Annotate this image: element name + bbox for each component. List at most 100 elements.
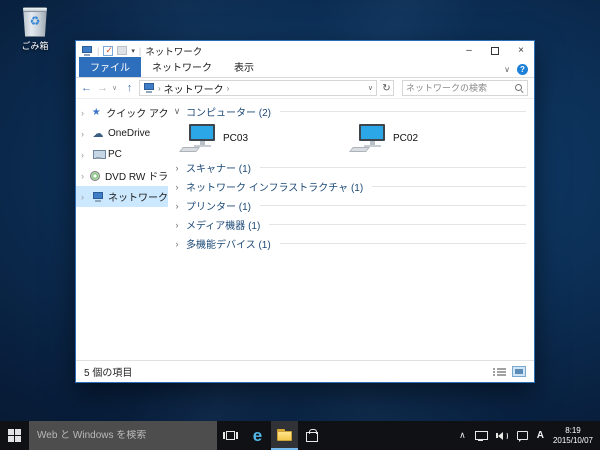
group-label: プリンター (1) [186, 202, 251, 213]
recycle-symbol-icon: ♻ [29, 14, 41, 28]
tab-表示[interactable]: 表示 [223, 57, 265, 77]
breadcrumb-network[interactable]: ネットワーク [164, 81, 224, 96]
status-bar: 5 個の項目 [76, 360, 534, 382]
recycle-bin-rim [23, 8, 47, 12]
explorer-main: › ★ クイック アクセス › ☁ OneDrive › PC › DVD RW ドライブ (D:… [76, 99, 534, 360]
file-explorer-button[interactable] [271, 421, 298, 450]
sidebar-item-star[interactable]: › ★ クイック アクセス [76, 102, 168, 123]
navigation-pane: › ★ クイック アクセス › ☁ OneDrive › PC › DVD RW ドライブ (D:… [76, 99, 168, 360]
computer-name: PC03 [223, 132, 249, 144]
view-toggles [493, 366, 526, 377]
qat-separator: | [138, 45, 142, 56]
address-dropdown-caret[interactable]: ∨ [368, 84, 373, 92]
back-button[interactable]: ← [80, 82, 93, 94]
quick-access-toolbar: | ▾ | [81, 45, 142, 56]
group-header[interactable]: › スキャナー (1) [173, 158, 526, 177]
navigation-bar: ← → ∨ ↑ › ネットワーク › ∨ ↻ [76, 78, 534, 99]
minimize-button[interactable]: – [456, 41, 482, 60]
store-bag-icon [305, 429, 318, 442]
desktop: { "desktop": { "recycle_bin_label": "ごみ箱… [0, 0, 600, 450]
edge-button[interactable]: e [244, 421, 271, 450]
task-view-button[interactable] [217, 421, 244, 450]
search-input[interactable] [406, 83, 515, 93]
action-center-icon[interactable] [516, 431, 528, 442]
search-icon[interactable] [515, 83, 524, 93]
network-location-icon [143, 83, 155, 93]
group-label: スキャナー (1) [186, 164, 251, 175]
chevron-right-icon[interactable]: › [81, 129, 88, 139]
sidebar-item-label: ネットワーク [108, 193, 168, 204]
group-header[interactable]: › プリンター (1) [173, 196, 526, 215]
breadcrumb-chevron[interactable]: › [158, 84, 161, 93]
group-header[interactable]: › ネットワーク インフラストラクチャ (1) [173, 177, 526, 196]
system-tray: ∧ A 8:19 2015/10/07 [459, 421, 600, 450]
item-count: 5 個の項目 [84, 368, 133, 379]
chevron-right-icon[interactable]: › [81, 150, 88, 160]
taskbar-clock[interactable]: 8:19 2015/10/07 [553, 426, 593, 446]
details-view-icon[interactable] [493, 367, 506, 377]
computer-item[interactable]: PC03 [179, 124, 351, 152]
properties-button[interactable] [103, 45, 114, 56]
chevron-right-icon[interactable]: › [81, 171, 85, 181]
clock-time: 8:19 [565, 425, 581, 435]
window-controls: – × [456, 41, 534, 60]
computer-icon [179, 124, 217, 152]
sidebar-item-label: DVD RW ドライブ (D:) E [104, 172, 168, 183]
chevron-down-icon[interactable]: ∨ [173, 106, 181, 117]
forward-button[interactable]: → [96, 82, 109, 94]
dvd-icon [89, 170, 100, 181]
task-view-icon [223, 431, 238, 440]
chevron-right-icon[interactable]: › [173, 201, 181, 211]
store-button[interactable] [298, 421, 325, 450]
large-icons-view-icon[interactable] [512, 366, 526, 377]
tray-overflow-chevron-icon[interactable]: ∧ [459, 430, 466, 441]
close-button[interactable]: × [508, 41, 534, 60]
group-header[interactable]: › 多機能デバイス (1) [173, 234, 526, 253]
up-button[interactable]: ↑ [123, 82, 136, 94]
chevron-right-icon[interactable]: › [173, 220, 181, 230]
chevron-right-icon[interactable]: › [81, 108, 86, 118]
edge-icon: e [252, 426, 263, 445]
taskbar-search[interactable] [29, 421, 217, 450]
breadcrumb-chevron[interactable]: › [227, 84, 230, 93]
start-button[interactable] [0, 421, 29, 450]
explorer-window: | ▾ | ネットワーク – × ファイルネットワーク表示 ∨ ? ← → ∨ … [75, 40, 535, 383]
sidebar-item-label: PC [108, 149, 122, 160]
sidebar-item-dvd[interactable]: › DVD RW ドライブ (D:) E [76, 165, 168, 186]
maximize-button[interactable] [482, 41, 508, 60]
search-box[interactable] [402, 80, 528, 96]
group-items: PC03 PC02 [173, 121, 526, 158]
chevron-right-icon[interactable]: › [173, 239, 181, 249]
recent-locations-caret[interactable]: ∨ [112, 84, 120, 92]
taskbar-search-input[interactable] [37, 430, 209, 441]
group-header[interactable]: ∨ コンピューター (2) [173, 102, 526, 121]
recycle-bin[interactable]: ♻ ごみ箱 [12, 7, 58, 52]
tab-ネットワーク[interactable]: ネットワーク [141, 57, 223, 77]
chevron-right-icon[interactable]: › [173, 163, 181, 173]
ime-indicator[interactable]: A [537, 430, 544, 441]
computer-item[interactable]: PC02 [349, 124, 521, 152]
star-icon: ★ [91, 106, 101, 118]
expand-ribbon-icon[interactable]: ∨ [504, 65, 510, 74]
sidebar-item-pc[interactable]: › PC [76, 144, 168, 165]
new-folder-button[interactable] [117, 46, 128, 55]
sidebar-item-cloud[interactable]: › ☁ OneDrive [76, 123, 168, 144]
network-status-icon[interactable] [474, 430, 488, 441]
tab-file-active[interactable]: ファイル [79, 57, 141, 77]
chevron-right-icon[interactable]: › [81, 192, 88, 202]
refresh-button[interactable]: ↻ [380, 80, 394, 96]
group-label: ネットワーク インフラストラクチャ (1) [186, 183, 364, 194]
qat-customize-caret[interactable]: ▾ [131, 47, 135, 55]
help-icon[interactable]: ? [517, 64, 528, 75]
volume-icon[interactable] [495, 431, 508, 440]
chevron-right-icon[interactable]: › [173, 182, 181, 192]
content-pane: ∨ コンピューター (2) PC03 PC02 › スキャナー (1) › ネットワーク イン… [168, 99, 534, 360]
qat-separator: | [97, 45, 100, 56]
cloud-icon: ☁ [92, 127, 104, 140]
sidebar-item-network[interactable]: › ネットワーク [76, 186, 168, 207]
windows-logo-icon [8, 429, 21, 442]
address-bar[interactable]: › ネットワーク › ∨ [139, 80, 377, 96]
pc-icon [92, 150, 106, 159]
group-header[interactable]: › メディア機器 (1) [173, 215, 526, 234]
network-window-icon[interactable] [81, 45, 93, 56]
